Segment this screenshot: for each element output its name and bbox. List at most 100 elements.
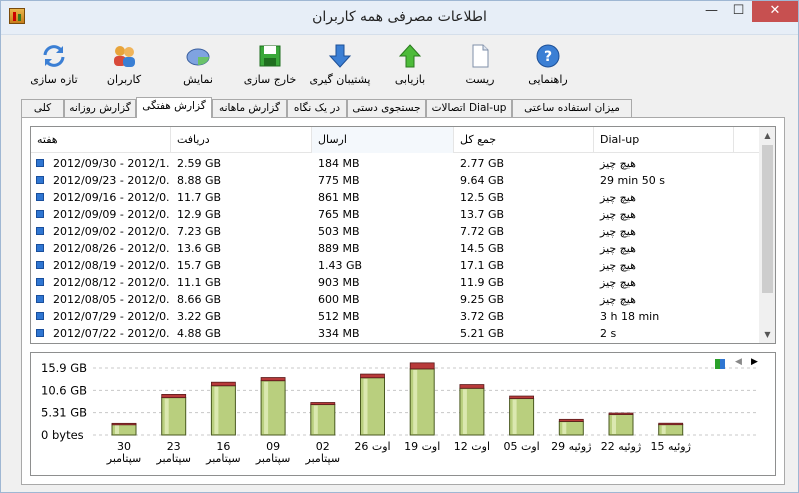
column-header-received[interactable]: دریافت <box>171 127 312 153</box>
table-cell: 2012/08/19 - 2012/0... <box>53 259 169 272</box>
table-cell: 7.23 GB <box>177 225 222 238</box>
bar-highlight <box>363 378 368 434</box>
table-cell: 2012/09/09 - 2012/0... <box>53 208 169 221</box>
table-header: هفته دریافت ارسال جمع کل Dial-up <box>31 127 759 153</box>
table-cell: هیچ چیز <box>600 225 636 238</box>
window-title: اطلاعات مصرفی همه کاربران <box>312 9 487 25</box>
tab-manual-search[interactable]: جستجوی دستی <box>347 99 426 117</box>
table-cell: 13.6 GB <box>177 242 222 255</box>
tab-hourly-usage[interactable]: میزان استفاده ساعتی <box>512 99 632 117</box>
table-row[interactable]: 2012/09/23 - 2012/0... 8.88 GB 775 MB 9.64 … <box>31 172 759 189</box>
scroll-down-icon[interactable]: ▼ <box>759 326 775 343</box>
table-cell: 5.21 GB <box>460 327 505 340</box>
table-cell: هیچ چیز <box>600 208 636 221</box>
table-cell: 17.1 GB <box>460 259 505 272</box>
table-cell: 14.5 GB <box>460 242 505 255</box>
bar-highlight <box>512 399 517 434</box>
row-bullet-icon <box>36 295 44 303</box>
bar-upload <box>260 377 286 382</box>
save-disk-icon <box>257 43 283 69</box>
reset-button[interactable]: ریست <box>445 41 515 91</box>
table-cell: هیچ چیز <box>600 276 636 289</box>
x-tick-label: ژوئیه 22 <box>601 440 641 453</box>
arrow-down-icon <box>327 43 353 69</box>
arrow-up-icon <box>397 43 423 69</box>
tab-weekly-report[interactable]: گزارش هفتگی <box>136 97 212 118</box>
table-cell: 9.64 GB <box>460 174 505 187</box>
table-cell: 3.22 GB <box>177 310 222 323</box>
table-cell: 29 min 50 s <box>600 174 665 187</box>
row-bullet-icon <box>36 210 44 218</box>
table-row[interactable]: 2012/08/05 - 2012/0... 8.66 GB 600 MB 9.25 … <box>31 291 759 308</box>
table-row[interactable]: 2012/08/19 - 2012/0... 15.7 GB 1.43 GB 17.1… <box>31 257 759 274</box>
legend-toggle-icon[interactable] <box>715 359 725 369</box>
title-bar[interactable]: اطلاعات مصرفی همه کاربران — ☐ ✕ <box>1 1 798 35</box>
view-button[interactable]: نمایش <box>163 41 233 91</box>
previous-page-icon[interactable]: ◀ <box>735 357 747 367</box>
table-cell: 2 s <box>600 327 617 340</box>
bar-upload <box>310 402 336 405</box>
table-cell: 2012/09/16 - 2012/0... <box>53 191 169 204</box>
tab-daily-report[interactable]: گزارش روزانه <box>64 99 136 117</box>
bar-upload <box>658 422 684 426</box>
tab-at-a-glance[interactable]: در یک نگاه <box>287 99 347 117</box>
table-cell: 775 MB <box>318 174 360 187</box>
x-tick-label: سپتامبر <box>205 452 241 465</box>
table-cell: 889 MB <box>318 242 360 255</box>
bar-highlight <box>164 398 169 434</box>
scroll-up-icon[interactable]: ▲ <box>759 127 775 144</box>
row-bullet-icon <box>36 261 44 269</box>
export-button[interactable]: خارج سازی <box>235 41 305 91</box>
table-row[interactable]: 2012/09/16 - 2012/0... 11.7 GB 861 MB 12.5 … <box>31 189 759 206</box>
tab-strip: میزان استفاده ساعتی اتصالات Dial-up جستج… <box>21 97 641 118</box>
table-cell: 600 MB <box>318 293 360 306</box>
bar-upload <box>509 395 535 399</box>
restore-button[interactable]: بازیابی <box>375 41 445 91</box>
table-row[interactable]: 2012/09/09 - 2012/0... 12.9 GB 765 MB 13.7 … <box>31 206 759 223</box>
table-cell: 2012/09/30 - 2012/1... <box>53 157 169 170</box>
x-tick-label: اوت 05 <box>503 440 539 453</box>
table-row[interactable]: 2012/07/22 - 2012/0... 4.88 GB 334 MB 5.21 … <box>31 325 759 342</box>
table-row[interactable]: 2012/08/26 - 2012/0... 13.6 GB 889 MB 14.5 … <box>31 240 759 257</box>
row-bullet-icon <box>36 312 44 320</box>
table-cell: 11.7 GB <box>177 191 222 204</box>
bar-highlight <box>562 422 567 434</box>
table-row[interactable]: 2012/09/02 - 2012/0... 7.23 GB 503 MB 7.72 … <box>31 223 759 240</box>
refresh-button[interactable]: تازه سازی <box>19 41 89 91</box>
next-page-icon[interactable]: ▶ <box>751 357 763 367</box>
users-button[interactable]: کاربران <box>89 41 159 91</box>
column-header-total[interactable]: جمع کل <box>454 127 594 153</box>
backup-label: پشتیبان گیری <box>309 73 371 86</box>
table-cell: 2012/09/02 - 2012/0... <box>53 225 169 238</box>
x-tick-label: ژوئیه 15 <box>650 440 690 453</box>
backup-button[interactable]: پشتیبان گیری <box>305 41 375 91</box>
maximize-button[interactable]: ☐ <box>725 1 752 22</box>
minimize-button[interactable]: — <box>698 1 725 22</box>
table-cell: 3 h 18 min <box>600 310 660 323</box>
tab-monthly-report[interactable]: گزارش ماهانه <box>212 99 287 117</box>
table-cell: 7.72 GB <box>460 225 505 238</box>
row-bullet-icon <box>36 227 44 235</box>
scroll-thumb[interactable] <box>762 145 773 293</box>
x-tick-label: اوت 12 <box>454 440 490 453</box>
bar-highlight <box>661 425 666 434</box>
vertical-scrollbar[interactable]: ▲ ▼ <box>759 127 775 343</box>
column-header-sent[interactable]: ارسال <box>312 127 454 153</box>
table-row[interactable]: 2012/09/30 - 2012/1... 2.59 GB 184 MB 2.77 … <box>31 155 759 172</box>
close-button[interactable]: ✕ <box>752 1 798 22</box>
table-row[interactable]: 2012/08/12 - 2012/0... 11.1 GB 903 MB 11.9 … <box>31 274 759 291</box>
help-label: راهنمایی <box>528 73 568 86</box>
x-tick-label: سپتامبر <box>255 452 291 465</box>
table-cell: 8.66 GB <box>177 293 222 306</box>
table-cell: 12.9 GB <box>177 208 222 221</box>
tab-overall[interactable]: کلی <box>21 99 64 117</box>
table-cell: هیچ چیز <box>600 259 636 272</box>
tab-dialup-connections[interactable]: اتصالات Dial-up <box>426 99 512 117</box>
table-cell: 1.43 GB <box>318 259 363 272</box>
column-header-dialup[interactable]: Dial-up <box>594 127 734 153</box>
column-header-week[interactable]: هفته <box>31 127 171 153</box>
bar-highlight <box>413 369 418 434</box>
table-row[interactable]: 2012/07/29 - 2012/0... 3.22 GB 512 MB 3.72 … <box>31 308 759 325</box>
help-button[interactable]: ? راهنمایی <box>513 41 583 91</box>
y-tick-label: 10.6 GB <box>41 383 87 397</box>
